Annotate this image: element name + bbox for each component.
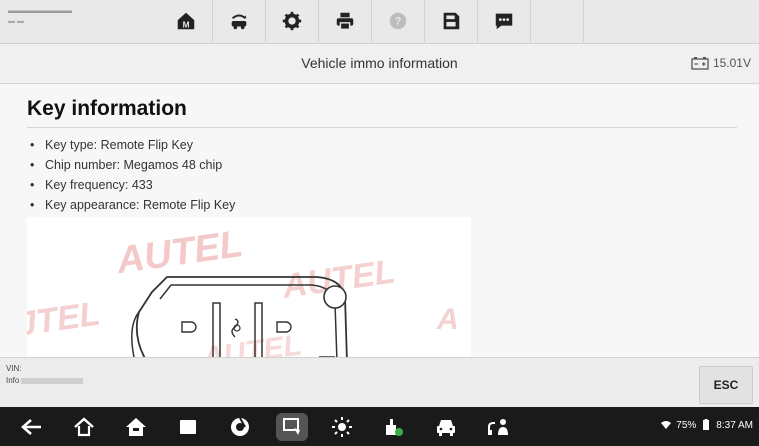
vin-label: VIN: (6, 364, 22, 373)
brand-line-blurred: ▬▬▬▬▬▬▬▬ (8, 6, 72, 15)
feedback-button[interactable] (478, 0, 531, 42)
clock: 8:37 AM (716, 419, 753, 431)
info-bar: VIN: Info ESC (0, 357, 759, 407)
vehicle-swap-button[interactable] (213, 0, 266, 42)
battery-icon (703, 419, 710, 430)
car-icon (437, 420, 455, 436)
page-title: Vehicle immo information (301, 55, 458, 71)
brightness-button[interactable] (328, 413, 356, 441)
home-m-icon: M (177, 12, 195, 29)
svg-text:M: M (183, 20, 190, 29)
device-brand-area: ▬▬▬▬▬▬▬▬ ▬ ▬ (8, 6, 148, 38)
list-item: Key frequency: 433 (28, 175, 235, 195)
list-item: Key appearance: Remote Flip Key (28, 195, 235, 215)
settings-button[interactable] (266, 0, 319, 42)
watermark: AUTEL (199, 329, 304, 357)
watermark: JTEL (27, 295, 103, 344)
gear-icon (282, 11, 302, 31)
flip-key-drawing: AUTEL AUTEL JTEL AUTEL A (15, 223, 459, 357)
system-status: 75% 8:37 AM (660, 419, 753, 431)
battery-voltage-indicator: 15.01V (691, 56, 751, 70)
content-area[interactable]: Key information Key type: Remote Flip Ke… (0, 85, 759, 357)
house-icon (126, 418, 146, 436)
brand-subline-blurred: ▬ ▬ (8, 18, 24, 25)
help-button[interactable]: ? (372, 0, 425, 42)
home-nav-button[interactable] (70, 413, 98, 441)
toolbar-spacer (531, 0, 584, 42)
battery-percent: 75% (676, 419, 697, 431)
save-button[interactable] (425, 0, 478, 42)
car-swap-icon (231, 14, 247, 30)
print-button[interactable] (319, 0, 372, 42)
android-navigation-bar: 75% 8:37 AM (0, 407, 759, 446)
section-heading: Key information (27, 97, 187, 120)
back-icon (21, 419, 41, 435)
remote-support-icon (488, 419, 508, 435)
vci-button[interactable] (380, 413, 408, 441)
screen-capture-icon (283, 418, 300, 435)
list-item: Key type: Remote Flip Key (28, 135, 235, 155)
info-line: Info (6, 376, 84, 385)
car-battery-icon (691, 57, 709, 70)
info-label: Info (6, 376, 20, 385)
watermark: A (436, 303, 459, 336)
title-bar: Vehicle immo information 15.01V (0, 44, 759, 84)
heading-divider (27, 127, 737, 128)
recent-apps-icon (180, 420, 196, 434)
browser-icon (231, 417, 249, 436)
recent-apps-button[interactable] (174, 413, 202, 441)
key-info-list: Key type: Remote Flip Key Chip number: M… (28, 135, 235, 215)
printer-icon (336, 12, 354, 30)
remote-support-button[interactable] (484, 413, 512, 441)
svg-text:?: ? (395, 16, 402, 28)
vehicle-button[interactable] (432, 413, 460, 441)
save-icon (443, 12, 460, 30)
launcher-home-button[interactable] (122, 413, 150, 441)
watermark: AUTEL (113, 223, 245, 282)
brightness-icon (332, 417, 352, 437)
message-icon (495, 13, 513, 30)
back-button[interactable] (18, 413, 46, 441)
home-button[interactable]: M (160, 0, 213, 42)
top-toolbar: ▬▬▬▬▬▬▬▬ ▬ ▬ M ? (0, 0, 759, 44)
list-item: Chip number: Megamos 48 chip (28, 155, 235, 175)
esc-button[interactable]: ESC (699, 366, 753, 404)
wifi-icon (661, 421, 672, 429)
vci-icon (386, 419, 403, 436)
help-icon: ? (389, 12, 407, 30)
browser-button[interactable] (226, 413, 254, 441)
home-icon (74, 417, 94, 437)
info-blurred-value (21, 377, 84, 384)
battery-voltage-value: 15.01V (712, 56, 751, 70)
screen-capture-button[interactable] (276, 413, 308, 441)
key-appearance-image: AUTEL AUTEL JTEL AUTEL A (15, 217, 471, 357)
